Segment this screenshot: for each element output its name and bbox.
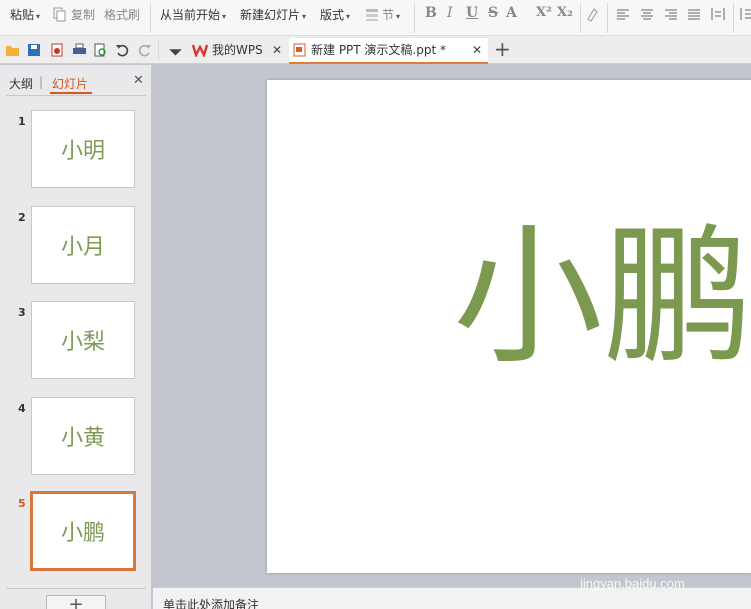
line-spacing-icon[interactable] xyxy=(739,7,751,21)
slide-number: 5 xyxy=(18,497,26,510)
align-right-icon[interactable] xyxy=(665,9,677,21)
new-tab-icon[interactable]: + xyxy=(494,38,511,60)
slide-title-text[interactable]: 小鹏 xyxy=(453,208,751,388)
new-slide-button[interactable]: 新建幻灯片 ▾ xyxy=(240,6,306,24)
export-pdf-icon[interactable] xyxy=(50,43,65,57)
close-tab-icon[interactable]: ✕ xyxy=(272,38,282,62)
underline-button[interactable]: U xyxy=(466,5,478,21)
close-tab-icon[interactable]: ✕ xyxy=(472,38,482,62)
thumbnail-text: 小月 xyxy=(60,235,105,260)
save-icon[interactable] xyxy=(27,43,42,57)
tab-ppt-document[interactable]: 新建 PPT 演示文稿.ppt * ✕ xyxy=(289,38,488,64)
section-button[interactable]: 节 ▾ xyxy=(382,6,400,24)
from-current-button[interactable]: 从当前开始 ▾ xyxy=(160,6,226,24)
slide-thumbnail-5[interactable]: 小鹏 xyxy=(30,491,136,571)
baidu-paw-icon xyxy=(642,543,669,569)
layout-button[interactable]: 版式 ▾ xyxy=(320,6,350,24)
format-painter-button[interactable]: 格式刷 xyxy=(104,6,140,24)
clear-format-icon[interactable] xyxy=(585,7,599,23)
active-tab-indicator xyxy=(50,92,92,94)
ribbon-separator xyxy=(607,3,608,33)
slide-number: 2 xyxy=(18,211,26,224)
paste-button[interactable]: 粘贴 ▾ xyxy=(10,6,40,24)
thumbnail-text: 小鹏 xyxy=(60,521,105,546)
tab-label: 新建 PPT 演示文稿.ppt * xyxy=(311,43,447,57)
print-preview-icon[interactable] xyxy=(93,43,108,57)
redo-icon[interactable] xyxy=(137,43,152,57)
slide-thumbnail-3[interactable]: 小梨 xyxy=(31,301,135,379)
tab-separator xyxy=(158,40,159,60)
justify-icon[interactable] xyxy=(688,9,700,21)
slide-canvas[interactable]: 小鹏 xyxy=(267,80,751,573)
copy-button[interactable]: 复制 xyxy=(71,6,95,24)
tab-label: 我的WPS xyxy=(212,43,263,57)
thumbnail-text: 小梨 xyxy=(60,330,105,355)
tab-outline[interactable]: 大纲 xyxy=(9,75,33,92)
ppt-file-icon xyxy=(293,43,306,57)
thumbnail-text: 小黄 xyxy=(60,426,105,451)
tab-my-wps[interactable]: 我的WPS ✕ xyxy=(190,38,286,64)
panel-tab-divider: | xyxy=(39,75,44,89)
strikethrough-button[interactable]: S xyxy=(488,5,498,21)
slide-number: 3 xyxy=(18,306,26,319)
undo-icon[interactable] xyxy=(115,43,130,57)
wps-logo-icon xyxy=(192,44,208,57)
ribbon-separator xyxy=(414,3,415,33)
slide-thumbnail-2[interactable]: 小月 xyxy=(31,206,135,284)
thumbnail-text: 小明 xyxy=(60,139,105,164)
slide-panel: 大纲 | 幻灯片 ✕ 1 小明 2 小月 3 小梨 4 小黄 5 小鹏 + xyxy=(0,65,152,609)
copy-icon[interactable] xyxy=(53,7,67,22)
document-tab-bar: 我的WPS ✕ 新建 PPT 演示文稿.ppt * ✕ + xyxy=(0,36,751,64)
align-left-icon[interactable] xyxy=(617,9,629,21)
notes-placeholder: 单击此处添加备注 xyxy=(163,598,260,609)
bold-button[interactable]: B xyxy=(425,5,437,21)
watermark-url: jingyan.baidu.com xyxy=(580,576,685,591)
ribbon-separator xyxy=(733,3,734,33)
panel-tabs: 大纲 | 幻灯片 ✕ xyxy=(0,65,152,97)
ribbon-separator xyxy=(580,3,581,33)
subscript-button[interactable]: X₂ xyxy=(557,5,573,20)
align-center-icon[interactable] xyxy=(641,9,653,21)
superscript-button[interactable]: X² xyxy=(536,5,552,20)
slide-number: 4 xyxy=(18,402,26,415)
watermark-logo-text: Bai xyxy=(578,540,625,571)
ribbon-toolbar: 粘贴 ▾ 复制 格式刷 从当前开始 ▾ 新建幻灯片 ▾ 版式 ▾ 节 ▾ B I U S … xyxy=(0,0,751,36)
section-icon xyxy=(366,9,378,21)
tab-slides[interactable]: 幻灯片 xyxy=(52,75,88,92)
watermark-cn-text: 经验 xyxy=(673,550,718,575)
print-icon[interactable] xyxy=(72,43,87,57)
slide-number: 1 xyxy=(18,115,26,128)
italic-button[interactable]: I xyxy=(447,5,453,21)
distribute-icon[interactable] xyxy=(711,7,725,21)
font-color-button[interactable]: A xyxy=(506,5,517,21)
panel-divider xyxy=(6,588,146,589)
close-panel-icon[interactable]: ✕ xyxy=(133,73,144,88)
ribbon-separator xyxy=(150,3,151,33)
add-slide-button[interactable]: + xyxy=(46,595,106,609)
quick-access-dropdown-icon[interactable] xyxy=(168,46,183,60)
slide-thumbnail-1[interactable]: 小明 xyxy=(31,110,135,188)
baidu-watermark: Bai 经验 jingyan.baidu.com xyxy=(578,540,738,600)
panel-divider xyxy=(6,95,146,96)
slide-thumbnail-4[interactable]: 小黄 xyxy=(31,397,135,475)
open-folder-icon[interactable] xyxy=(5,43,20,57)
